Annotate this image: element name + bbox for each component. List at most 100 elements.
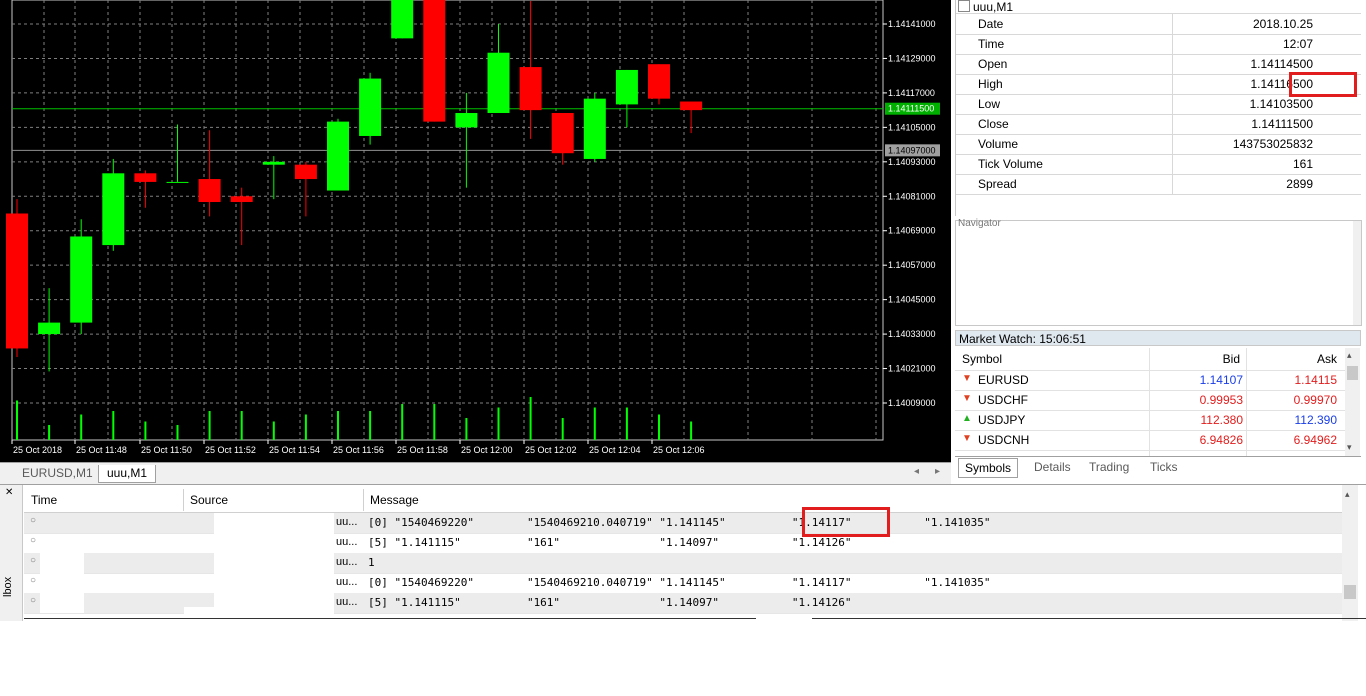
candle-body bbox=[519, 67, 542, 111]
chart-icon bbox=[958, 0, 970, 12]
journal-message: [5] "1.141115" "161" "1.14097" "1.14126" bbox=[368, 596, 852, 609]
col-source[interactable]: Source bbox=[190, 489, 228, 511]
time-tick-label: 25 Oct 11:52 bbox=[205, 445, 256, 455]
time-tick-label: 25 Oct 12:06 bbox=[653, 445, 705, 455]
time-tick-label: 25 Oct 2018 bbox=[13, 445, 62, 455]
candle-body bbox=[166, 181, 189, 183]
market-watch-title: Market Watch: 15:06:51 bbox=[955, 330, 1361, 346]
bid-price-tag-label: 1.14111500 bbox=[888, 104, 934, 114]
time-tick-label: 25 Oct 11:56 bbox=[333, 445, 384, 455]
navigator-scrollbar[interactable] bbox=[1353, 221, 1361, 325]
scroll-thumb[interactable] bbox=[1347, 366, 1358, 380]
log-info-icon: ○ bbox=[30, 535, 37, 546]
candle-body bbox=[615, 69, 638, 105]
journal-message: [0] "1540469220" "1540469210.040719" "1.… bbox=[368, 516, 991, 529]
data-window-label: Low bbox=[978, 97, 1001, 111]
candle-body bbox=[294, 164, 317, 180]
market-watch-row[interactable]: ▼ USDCHF 0.99953 0.99970 bbox=[955, 390, 1345, 411]
redacted-area bbox=[214, 513, 334, 621]
journal-scrollbar[interactable]: ▴ bbox=[1342, 485, 1358, 621]
data-window-value: 161 bbox=[1292, 157, 1313, 171]
candlestick-chart[interactable]: 1.14141000 1.14129000 1.14117000 1.14105000… bbox=[0, 0, 951, 462]
tab-ticks[interactable]: Ticks bbox=[1150, 458, 1178, 476]
close-icon[interactable]: ✕ bbox=[5, 487, 13, 498]
candle-body bbox=[359, 78, 382, 136]
candle-body bbox=[262, 161, 285, 165]
data-window-label: Spread bbox=[978, 177, 1017, 191]
time-tick-label: 25 Oct 12:02 bbox=[525, 445, 577, 455]
scroll-up-icon[interactable]: ▴ bbox=[1345, 489, 1350, 500]
price-down-icon: ▼ bbox=[962, 393, 972, 404]
market-watch-row[interactable]: ▼ USDCNH 6.94826 6.94962 bbox=[955, 430, 1345, 451]
scroll-up-icon[interactable]: ▴ bbox=[1347, 350, 1352, 361]
candle-body bbox=[230, 196, 253, 203]
data-window-value: 2899 bbox=[1286, 177, 1313, 191]
data-window-label: Close bbox=[978, 117, 1009, 131]
tabs-scroll-right-icon[interactable]: ▸ bbox=[935, 466, 940, 477]
tab-symbols[interactable]: Symbols bbox=[958, 458, 1019, 478]
mw-symbol: USDCNH bbox=[978, 433, 1030, 447]
mw-header-symbol[interactable]: Symbol bbox=[962, 348, 1002, 370]
candle-body bbox=[487, 52, 510, 114]
candle-body bbox=[391, 0, 414, 39]
candle-body bbox=[648, 64, 670, 99]
mw-bid: 112.380 bbox=[1200, 413, 1244, 427]
data-window-label: Time bbox=[978, 37, 1005, 51]
data-window-row: Low 1.14103500 bbox=[956, 94, 1361, 115]
scroll-down-icon[interactable]: ▾ bbox=[1347, 442, 1352, 453]
candle-body bbox=[583, 98, 606, 159]
col-time[interactable]: Time bbox=[31, 489, 57, 511]
data-window-value: 1.14111500 bbox=[1251, 117, 1313, 131]
navigator-panel[interactable]: Navigator bbox=[955, 218, 1362, 326]
col-message[interactable]: Message bbox=[370, 489, 419, 511]
mw-ask: 6.94962 bbox=[1293, 433, 1337, 447]
mw-symbol: USDCHF bbox=[978, 393, 1028, 407]
journal-source: uu... bbox=[336, 536, 358, 548]
data-window-label: High bbox=[978, 77, 1003, 91]
data-window-symbol: uuu,M1 bbox=[973, 0, 1014, 14]
mw-symbol: EURUSD bbox=[978, 373, 1029, 387]
toolbox-journal: ✕ lbox Time Source Message ○ uu... [0] "15… bbox=[0, 484, 1366, 621]
mw-header-ask[interactable]: Ask bbox=[1293, 348, 1337, 370]
tab-uuu-m1[interactable]: uuu,M1 bbox=[98, 465, 157, 483]
data-window-row: Spread 2899 bbox=[956, 174, 1361, 195]
candle-body bbox=[680, 101, 703, 111]
tab-trading[interactable]: Trading bbox=[1089, 458, 1129, 476]
data-window-title: uuu,M1 bbox=[958, 0, 1013, 13]
redacted-area bbox=[40, 537, 84, 613]
price-chart[interactable]: 1.14141000 1.14129000 1.14117000 1.14105000… bbox=[0, 0, 951, 462]
mw-ask: 1.14115 bbox=[1294, 373, 1338, 387]
scroll-thumb[interactable] bbox=[1344, 585, 1356, 599]
time-tick-label: 25 Oct 11:58 bbox=[397, 445, 448, 455]
data-window-value: 2018.10.25 bbox=[1252, 17, 1313, 31]
journal-message: [0] "1540469220" "1540469210.040719" "1.… bbox=[368, 576, 991, 589]
mw-bid: 6.94826 bbox=[1199, 433, 1243, 447]
data-window-value: 12:07 bbox=[1282, 37, 1313, 51]
market-watch-row[interactable]: ▼ EURUSD 1.14107 1.14115 bbox=[955, 370, 1345, 391]
candle-body bbox=[134, 173, 157, 182]
mw-scrollbar[interactable]: ▴ ▾ bbox=[1345, 348, 1360, 456]
log-info-icon: ○ bbox=[30, 595, 37, 606]
tab-eurusd-m1[interactable]: EURUSD,M1 bbox=[14, 465, 101, 482]
candle-body bbox=[70, 236, 93, 323]
data-window-label: Date bbox=[978, 17, 1004, 31]
journal-source: uu... bbox=[336, 576, 358, 588]
market-watch-row[interactable]: ▲ USDJPY 112.380 112.390 bbox=[955, 410, 1345, 431]
data-window-label: Volume bbox=[978, 137, 1019, 151]
log-info-icon: ○ bbox=[30, 575, 37, 586]
toolbox-sidebar[interactable]: ✕ lbox bbox=[0, 485, 23, 621]
journal-source: uu... bbox=[336, 516, 358, 528]
tab-details[interactable]: Details bbox=[1034, 458, 1071, 476]
journal-message: [5] "1.141115" "161" "1.14097" "1.14126" bbox=[368, 536, 852, 549]
mw-header-bid[interactable]: Bid bbox=[1194, 348, 1240, 370]
chart-frame bbox=[11, 0, 884, 441]
tabs-scroll-left-icon[interactable]: ◂ bbox=[914, 466, 919, 477]
price-tick-label: 1.14093000 bbox=[888, 157, 936, 167]
candle-body bbox=[327, 121, 349, 191]
market-watch-panel: Market Watch: 15:06:51 Symbol Bid Ask ▼ E… bbox=[955, 330, 1365, 480]
data-window-value: 1.14103500 bbox=[1249, 97, 1313, 111]
price-tick-label: 1.14021000 bbox=[888, 364, 936, 374]
price-tick-label: 1.14141000 bbox=[888, 19, 936, 29]
price-down-icon: ▼ bbox=[962, 433, 972, 444]
price-tick-label: 1.14069000 bbox=[888, 226, 936, 236]
